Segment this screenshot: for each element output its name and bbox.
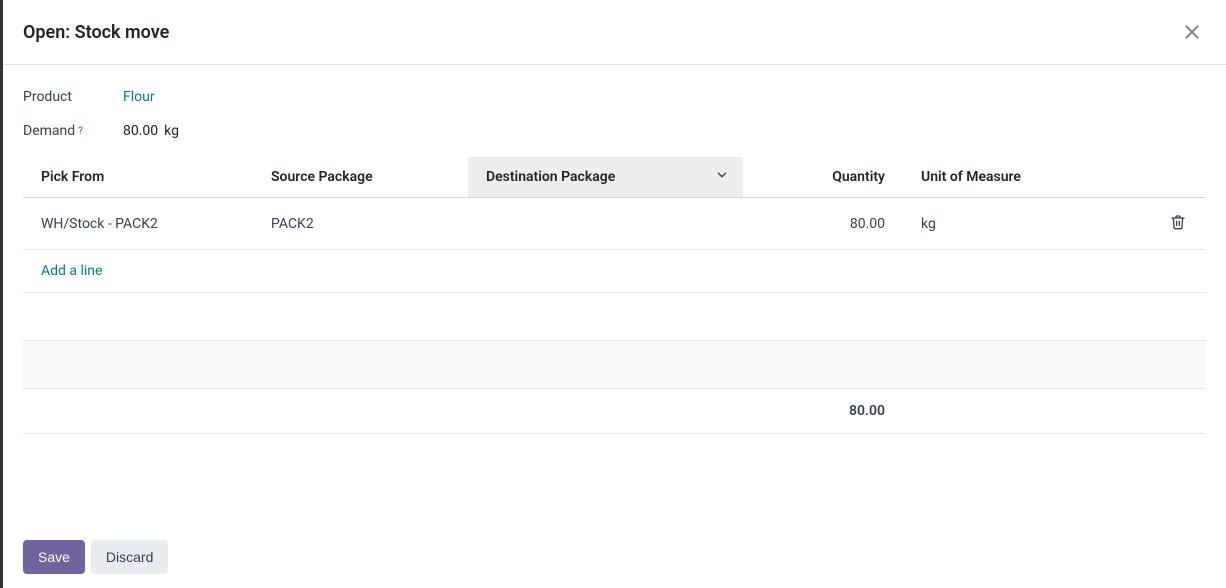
col-pick-from[interactable]: Pick From xyxy=(23,157,253,198)
total-quantity: 80.00 xyxy=(743,389,903,434)
cell-uom[interactable]: kg xyxy=(903,198,1150,250)
trash-icon xyxy=(1170,214,1186,230)
product-link[interactable]: Flour xyxy=(123,89,155,105)
detail-table-wrap: Pick From Source Package Destination Pac… xyxy=(23,157,1206,434)
table-row[interactable]: WH/Stock - PACK2 PACK2 80.00 kg xyxy=(23,198,1206,250)
detail-table: Pick From Source Package Destination Pac… xyxy=(23,157,1206,434)
modal-body: Product Flour Demand ? 80.00 kg xyxy=(3,65,1226,528)
demand-unit: kg xyxy=(164,123,179,139)
discard-button[interactable]: Discard xyxy=(91,540,168,574)
add-line-row: Add a line xyxy=(23,250,1206,293)
chevron-down-icon xyxy=(715,168,729,186)
table-header-row: Pick From Source Package Destination Pac… xyxy=(23,157,1206,198)
stock-move-modal: Open: Stock move Product Flour Demand ? … xyxy=(0,0,1226,588)
modal-footer: Save Discard xyxy=(3,528,1226,588)
close-icon xyxy=(1182,22,1202,42)
empty-row xyxy=(23,293,1206,341)
add-line-link[interactable]: Add a line xyxy=(41,263,102,279)
cell-source-package[interactable]: PACK2 xyxy=(253,198,468,250)
total-row: 80.00 xyxy=(23,389,1206,434)
product-row: Product Flour xyxy=(23,89,1206,105)
save-button[interactable]: Save xyxy=(23,540,85,574)
demand-value: 80.00 xyxy=(123,123,158,139)
product-label: Product xyxy=(23,89,123,105)
demand-value-wrap: 80.00 kg xyxy=(123,123,179,139)
cell-destination-package[interactable] xyxy=(468,198,743,250)
cell-pick-from[interactable]: WH/Stock - PACK2 xyxy=(23,198,253,250)
total-bar xyxy=(23,341,1206,389)
demand-label: Demand ? xyxy=(23,123,123,139)
delete-row-button[interactable] xyxy=(1168,212,1188,235)
cell-quantity[interactable]: 80.00 xyxy=(743,198,903,250)
modal-title: Open: Stock move xyxy=(23,22,169,43)
demand-help-icon[interactable]: ? xyxy=(78,126,83,137)
close-button[interactable] xyxy=(1178,18,1206,46)
col-uom[interactable]: Unit of Measure xyxy=(903,157,1150,198)
col-actions xyxy=(1150,157,1206,198)
demand-row: Demand ? 80.00 kg xyxy=(23,123,1206,139)
col-quantity[interactable]: Quantity xyxy=(743,157,903,198)
modal-header: Open: Stock move xyxy=(3,0,1226,65)
col-destination-package[interactable]: Destination Package xyxy=(468,157,743,198)
col-source-package[interactable]: Source Package xyxy=(253,157,468,198)
